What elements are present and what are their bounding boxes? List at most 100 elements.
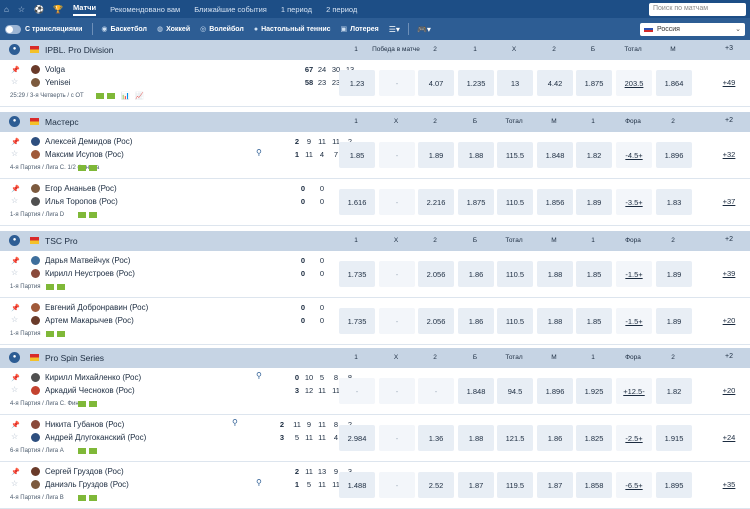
odds-button[interactable]: - xyxy=(379,70,415,96)
odds-button[interactable]: 1.88 xyxy=(458,142,494,168)
odds-button[interactable]: 1.848 xyxy=(458,378,494,404)
team-2-name[interactable]: Андрей Длугоканский (Рос) xyxy=(45,433,146,442)
stats-icon[interactable] xyxy=(89,495,97,501)
league-name[interactable]: Pro Spin Series xyxy=(45,353,104,363)
odds-button[interactable]: 1.856 xyxy=(537,189,573,215)
odds-button[interactable]: 1.89 xyxy=(576,189,612,215)
more-markets-link[interactable]: +32 xyxy=(718,150,740,159)
team-2-name[interactable]: Артем Макарычев (Рос) xyxy=(45,316,134,325)
odds-button[interactable]: -2.5+ xyxy=(616,425,652,451)
odds-button[interactable]: 1.86 xyxy=(458,308,494,334)
gamepad-icon[interactable]: 🎮▾ xyxy=(417,25,431,34)
pin-icon[interactable]: 📌 xyxy=(11,257,20,265)
odds-button[interactable]: - xyxy=(379,308,415,334)
team-2-name[interactable]: Кирилл Неустроев (Рос) xyxy=(45,269,135,278)
odds-button[interactable]: 119.5 xyxy=(497,472,533,498)
odds-button[interactable]: 4.07 xyxy=(418,70,454,96)
star-icon[interactable]: ☆ xyxy=(18,5,25,14)
odds-button[interactable]: 1.858 xyxy=(576,472,612,498)
odds-button[interactable]: 2.216 xyxy=(418,189,454,215)
odds-button[interactable]: 1.89 xyxy=(656,261,692,287)
event-row[interactable]: 📌 ☆ Кирилл Михайленко (Рос) Аркадий Чесноко… xyxy=(0,368,750,415)
tab-period-2[interactable]: 2 период xyxy=(326,5,357,14)
favorite-star-icon[interactable]: ☆ xyxy=(11,196,18,205)
odds-button[interactable]: 1.925 xyxy=(576,378,612,404)
odds-button[interactable]: 2.52 xyxy=(418,472,454,498)
odds-button[interactable]: 94.5 xyxy=(497,378,533,404)
odds-button[interactable]: 1.875 xyxy=(576,70,612,96)
team-1-name[interactable]: Евгений Добронравин (Рос) xyxy=(45,303,148,312)
odds-button[interactable]: 4.42 xyxy=(537,70,573,96)
odds-button[interactable]: - xyxy=(418,378,454,404)
odds-button[interactable]: 1.87 xyxy=(537,472,573,498)
odds-button[interactable]: 2.056 xyxy=(418,261,454,287)
odds-button[interactable]: 1.488 xyxy=(339,472,375,498)
pin-icon[interactable]: 📌 xyxy=(11,421,20,429)
event-row[interactable]: 📌 ☆ Дарья Матвейчук (Рос) Кирилл Неустроев … xyxy=(0,251,750,298)
odds-button[interactable]: 1.88 xyxy=(458,425,494,451)
odds-button[interactable]: 1.915 xyxy=(656,425,692,451)
odds-button[interactable]: 1.848 xyxy=(537,142,573,168)
stats-icon[interactable] xyxy=(46,284,54,290)
odds-button[interactable]: 203.5 xyxy=(616,70,652,96)
odds-button[interactable]: 1.82 xyxy=(576,142,612,168)
odds-button[interactable]: 1.896 xyxy=(537,378,573,404)
stats-icon[interactable] xyxy=(46,331,54,337)
tab-period-1[interactable]: 1 период xyxy=(281,5,312,14)
pin-icon[interactable]: 📌 xyxy=(11,304,20,312)
favorite-star-icon[interactable]: ☆ xyxy=(11,268,18,277)
odds-button[interactable]: 1.88 xyxy=(537,308,573,334)
event-row[interactable]: 📌 ☆ Сергей Груздов (Рос) Даниэль Груздов (Р… xyxy=(0,462,750,509)
filter-volleyball[interactable]: ◎ Волейбол xyxy=(200,25,244,34)
tab-upcoming[interactable]: Ближайшие события xyxy=(194,5,267,14)
more-markets-link[interactable]: +39 xyxy=(718,269,740,278)
stats-icon[interactable] xyxy=(57,331,65,337)
odds-button[interactable]: +12.5- xyxy=(616,378,652,404)
odds-button[interactable]: 110.5 xyxy=(497,261,533,287)
sport-icon[interactable]: ⚽ xyxy=(34,5,44,14)
odds-button[interactable]: 1.616 xyxy=(339,189,375,215)
broadcast-toggle[interactable] xyxy=(5,24,21,34)
team-2-name[interactable]: Максим Исупов (Рос) xyxy=(45,150,124,159)
team-1-name[interactable]: Volga xyxy=(45,65,65,74)
team-1-name[interactable]: Алексей Демидов (Рос) xyxy=(45,137,132,146)
team-1-name[interactable]: Егор Ананьев (Рос) xyxy=(45,184,117,193)
odds-button[interactable]: - xyxy=(379,142,415,168)
odds-button[interactable]: 121.5 xyxy=(497,425,533,451)
odds-button[interactable]: 1.85 xyxy=(339,142,375,168)
odds-button[interactable]: 1.89 xyxy=(656,308,692,334)
pin-icon[interactable]: 📌 xyxy=(11,185,20,193)
favorite-star-icon[interactable]: ☆ xyxy=(11,432,18,441)
odds-button[interactable]: - xyxy=(379,189,415,215)
odds-button[interactable]: 1.895 xyxy=(656,472,692,498)
odds-button[interactable]: 110.5 xyxy=(497,308,533,334)
filter-lottery[interactable]: ▣ Лотерея xyxy=(341,25,379,34)
stats-icon[interactable] xyxy=(78,495,86,501)
odds-button[interactable]: 1.875 xyxy=(458,189,494,215)
favorite-star-icon[interactable]: ☆ xyxy=(11,479,18,488)
odds-button[interactable]: 115.5 xyxy=(497,142,533,168)
team-2-name[interactable]: Аркадий Чесноков (Рос) xyxy=(45,386,135,395)
favorite-star-icon[interactable]: ☆ xyxy=(11,77,18,86)
stats-icon[interactable] xyxy=(89,165,97,171)
event-row[interactable]: 📌 ☆ Никита Губанов (Рос) Андрей Длугокански… xyxy=(0,415,750,462)
team-1-name[interactable]: Никита Губанов (Рос) xyxy=(45,420,124,429)
odds-button[interactable]: 1.825 xyxy=(576,425,612,451)
odds-button[interactable]: -3.5+ xyxy=(616,189,652,215)
favorite-star-icon[interactable]: ☆ xyxy=(11,385,18,394)
tab-recommended[interactable]: Рекомендовано вам xyxy=(110,5,180,14)
filter-basketball[interactable]: ◉ Баскетбол xyxy=(101,25,147,34)
team-1-name[interactable]: Сергей Груздов (Рос) xyxy=(45,467,124,476)
odds-button[interactable]: 1.87 xyxy=(458,472,494,498)
odds-button[interactable]: 110.5 xyxy=(497,189,533,215)
filter-hockey[interactable]: ◍ Хоккей xyxy=(157,25,190,34)
more-markets-link[interactable]: +35 xyxy=(718,480,740,489)
odds-button[interactable]: -6.5+ xyxy=(616,472,652,498)
stats-icon[interactable] xyxy=(78,401,86,407)
event-row[interactable]: 📌☆VolgaYenisei672430135823231225:29 / 3-… xyxy=(0,60,750,107)
home-icon[interactable]: ⌂ xyxy=(4,5,9,14)
team-2-name[interactable]: Yenisei xyxy=(45,78,71,87)
team-2-name[interactable]: Даниэль Груздов (Рос) xyxy=(45,480,129,489)
team-2-name[interactable]: Илья Торопов (Рос) xyxy=(45,197,118,206)
search-input[interactable]: Поиск по матчам xyxy=(649,2,746,16)
